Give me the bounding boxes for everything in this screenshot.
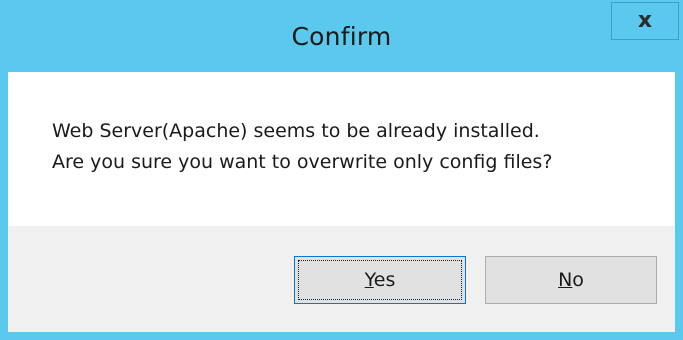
yes-label-rest: es xyxy=(373,269,396,291)
no-mnemonic: N xyxy=(558,269,573,291)
yes-button[interactable]: Yes xyxy=(294,256,466,304)
dialog-title: Confirm xyxy=(291,22,392,51)
dialog-message: Web Server(Apache) seems to be already i… xyxy=(52,116,552,178)
close-icon: x xyxy=(637,8,653,33)
no-label-rest: o xyxy=(572,269,584,291)
yes-button-label: Yes xyxy=(365,269,396,291)
button-bar: Yes No xyxy=(8,226,675,332)
title-bar[interactable]: Confirm x xyxy=(0,0,683,72)
close-button[interactable]: x xyxy=(611,2,679,40)
no-button-label: No xyxy=(558,269,584,291)
message-line-1: Web Server(Apache) seems to be already i… xyxy=(52,120,540,142)
message-area: Web Server(Apache) seems to be already i… xyxy=(8,72,675,226)
no-button[interactable]: No xyxy=(485,256,657,304)
confirm-dialog: Confirm x Web Server(Apache) seems to be… xyxy=(0,0,683,340)
message-line-2: Are you sure you want to overwrite only … xyxy=(52,151,553,173)
yes-mnemonic: Y xyxy=(364,269,374,291)
